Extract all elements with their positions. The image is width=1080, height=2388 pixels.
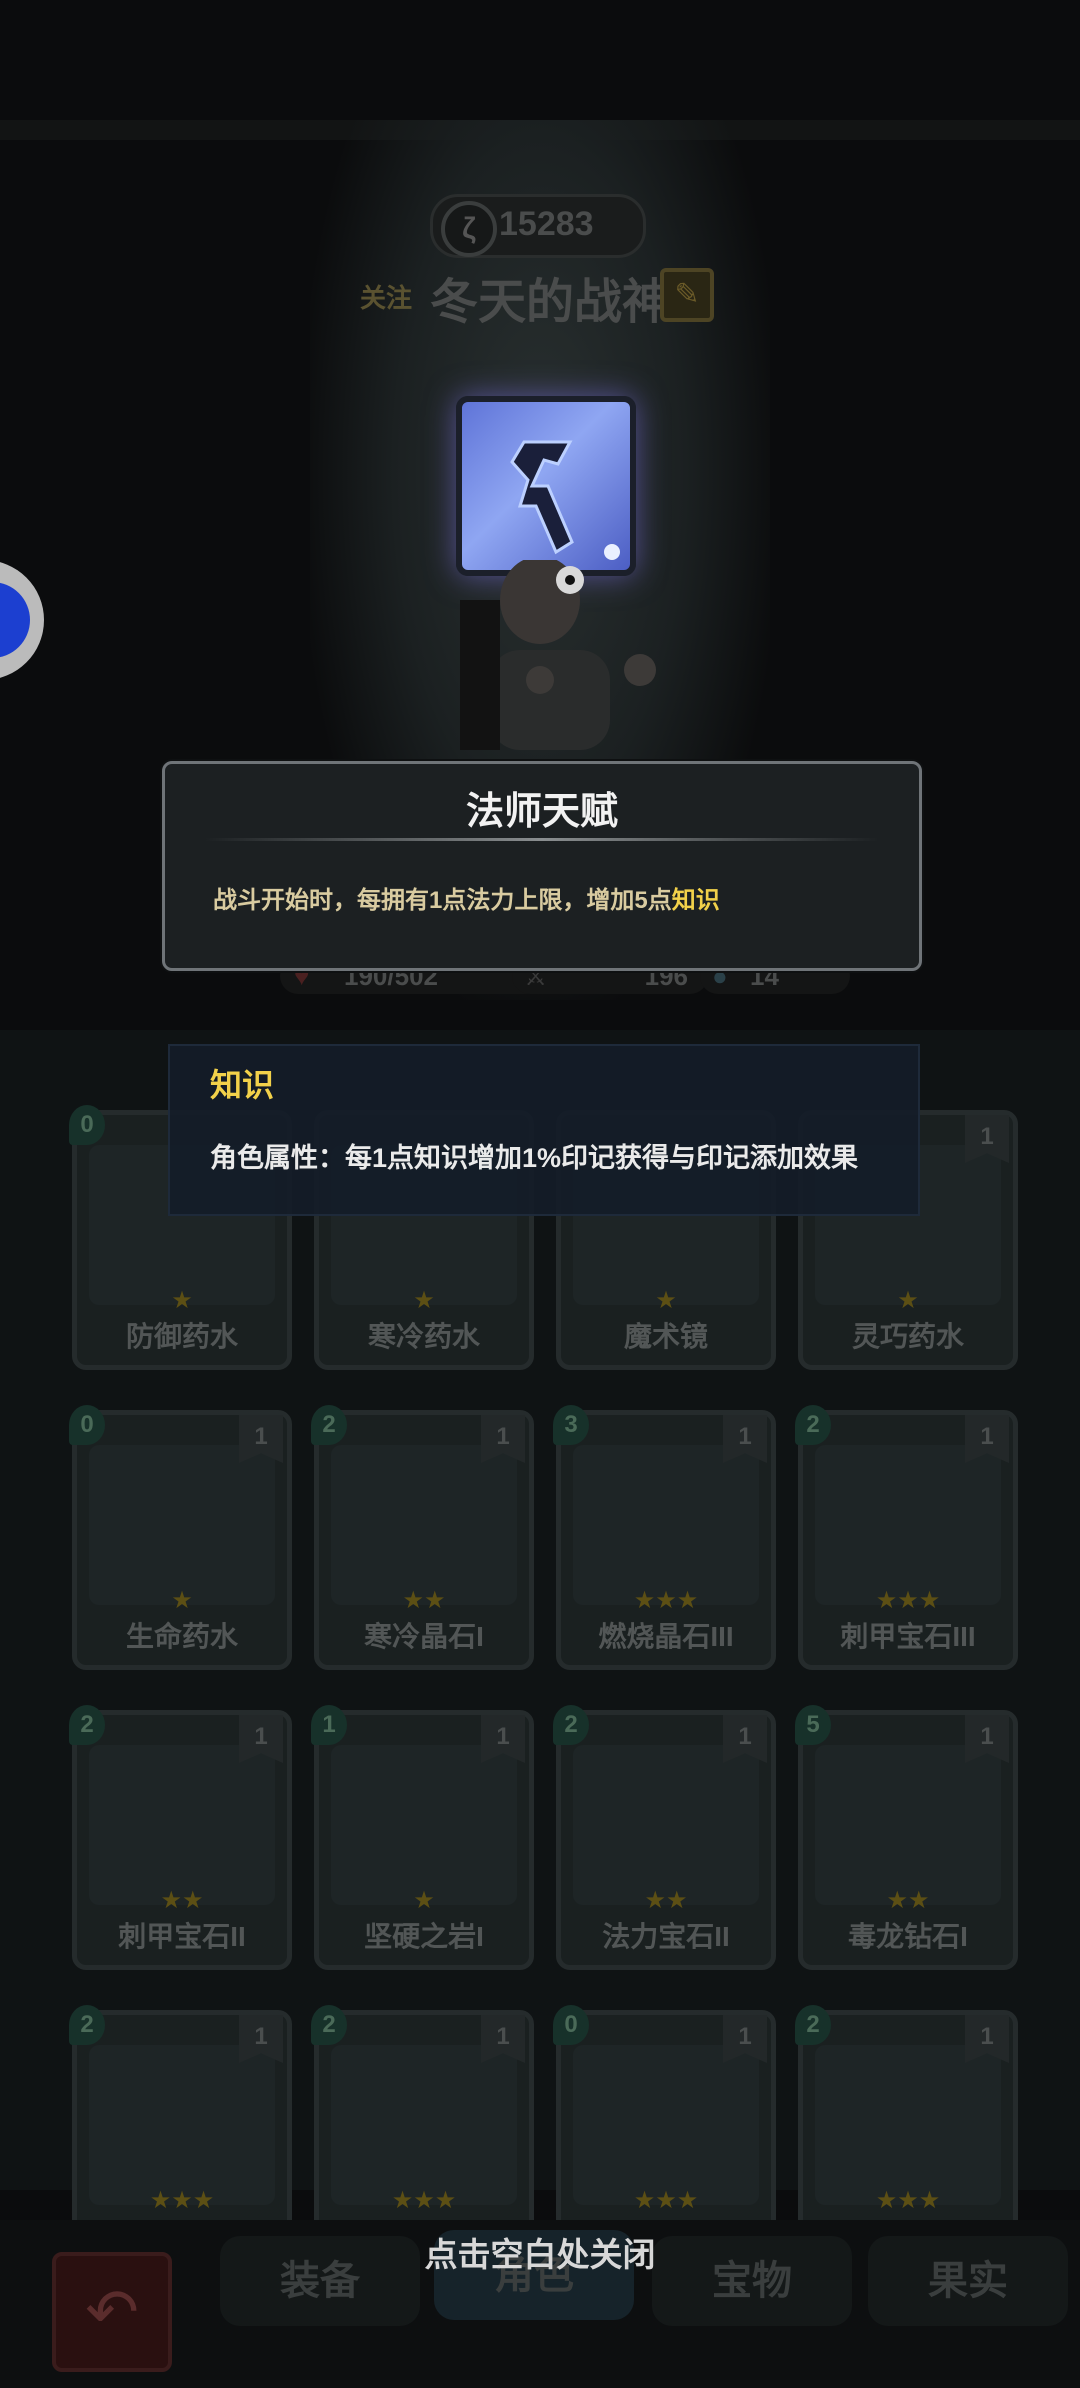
item-art [89, 1745, 275, 1905]
item-stars: ★★★ [633, 2187, 699, 2214]
follow-button[interactable]: 关注 [360, 278, 412, 315]
item-name: 刺甲宝石II [118, 1921, 246, 1952]
item-name: 魔术镜 [623, 1321, 708, 1352]
item-stars: ★★ [160, 1887, 204, 1914]
item-stars: ★★★ [875, 1587, 941, 1614]
item-art [331, 1445, 517, 1605]
score-value: 15283 [499, 205, 594, 243]
item-stars: ★ [413, 1287, 435, 1314]
item-name: 寒冷晶石I [364, 1621, 484, 1652]
item-card[interactable]: ★ 坚硬之岩I 1 1 [311, 1705, 534, 1970]
character-figure [460, 560, 656, 750]
item-art [815, 2045, 1001, 2205]
cost-badge: 2 [795, 1405, 831, 1445]
close-hint[interactable]: 点击空白处关闭 [0, 2228, 1080, 2276]
item-art [573, 1445, 759, 1605]
cost-badge: 2 [69, 1705, 105, 1745]
talent-desc-text: 战斗开始时，每拥有1点法力上限，增加5点 [213, 887, 672, 914]
edit-name-icon[interactable]: ✎ [660, 268, 714, 322]
item-name: 燃烧晶石III [598, 1621, 734, 1652]
item-card[interactable]: ★★ 刺甲宝石II 2 1 [69, 1705, 292, 1970]
item-card[interactable]: ★★★ 燃烧晶石III 3 1 [553, 1405, 776, 1670]
cost-badge: 2 [553, 1705, 589, 1745]
cost-badge: 5 [795, 1705, 831, 1745]
talent-description: 战斗开始时，每拥有1点法力上限，增加5点知识 [213, 880, 720, 915]
item-stars: ★★★ [149, 2187, 215, 2214]
cost-badge: 2 [795, 2005, 831, 2045]
keyword-tooltip: 知识 角色属性：每1点知识增加1%印记获得与印记添加效果 [168, 1044, 920, 1216]
cost-badge: 2 [311, 1405, 347, 1445]
item-stars: ★ [413, 1887, 435, 1914]
item-art [331, 2045, 517, 2205]
item-art [815, 1445, 1001, 1605]
item-name: 毒龙钻石I [848, 1921, 968, 1952]
item-stars: ★ [897, 1287, 919, 1314]
item-name: 灵巧药水 [851, 1321, 964, 1352]
item-art [815, 1745, 1001, 1905]
player-name: 冬天的战神 [430, 276, 671, 329]
item-name: 寒冷药水 [367, 1321, 480, 1352]
item-stars: ★★ [402, 1587, 446, 1614]
item-stars: ★★ [644, 1887, 688, 1914]
item-name: 生命药水 [125, 1621, 238, 1652]
cost-badge: 1 [311, 1705, 347, 1745]
item-stars: ★★★ [875, 2187, 941, 2214]
divider [205, 838, 879, 841]
keyword-title: 知识 [210, 1067, 275, 1103]
item-name: 坚硬之岩I [364, 1921, 484, 1952]
rank-icon: ζ [441, 201, 497, 257]
item-card[interactable]: ★★ 寒冷晶石I 2 1 [311, 1405, 534, 1670]
item-stars: ★ [655, 1287, 677, 1314]
item-stars: ★★ [886, 1887, 930, 1914]
item-card[interactable]: ★★ 毒龙钻石I 5 1 [795, 1705, 1018, 1970]
item-card[interactable]: ★★ 法力宝石II 2 1 [553, 1705, 776, 1970]
item-card[interactable]: ★★★ 刺甲宝石III 2 1 [795, 1405, 1018, 1670]
cost-badge: 0 [553, 2005, 589, 2045]
item-art [573, 2045, 759, 2205]
item-stars: ★ [171, 1287, 193, 1314]
score-badge: ζ 15283 [430, 194, 646, 258]
cost-badge: 2 [69, 2005, 105, 2045]
talent-keyword-link[interactable]: 知识 [672, 887, 720, 914]
lightning-rune-icon [510, 440, 620, 560]
keyword-description: 角色属性：每1点知识增加1%印记获得与印记添加效果 [210, 1143, 859, 1173]
item-art [573, 1745, 759, 1905]
cost-badge: 2 [311, 2005, 347, 2045]
item-stars: ★★★ [391, 2187, 457, 2214]
talent-title: 法师天赋 [465, 791, 618, 833]
cost-badge: 3 [553, 1405, 589, 1445]
item-name: 防御药水 [125, 1321, 238, 1352]
item-art [89, 1445, 275, 1605]
talent-tooltip: 法师天赋 战斗开始时，每拥有1点法力上限，增加5点知识 [162, 761, 922, 971]
mage-talent-icon[interactable] [456, 396, 636, 576]
item-stars: ★★★ [633, 1587, 699, 1614]
item-name: 刺甲宝石III [840, 1621, 976, 1652]
item-art [89, 2045, 275, 2205]
item-card[interactable]: ★ 生命药水 0 1 [69, 1405, 292, 1670]
cost-badge: 0 [69, 1105, 105, 1145]
item-name: 法力宝石II [602, 1921, 730, 1952]
item-art [331, 1745, 517, 1905]
cost-badge: 0 [69, 1405, 105, 1445]
item-stars: ★ [171, 1587, 193, 1614]
